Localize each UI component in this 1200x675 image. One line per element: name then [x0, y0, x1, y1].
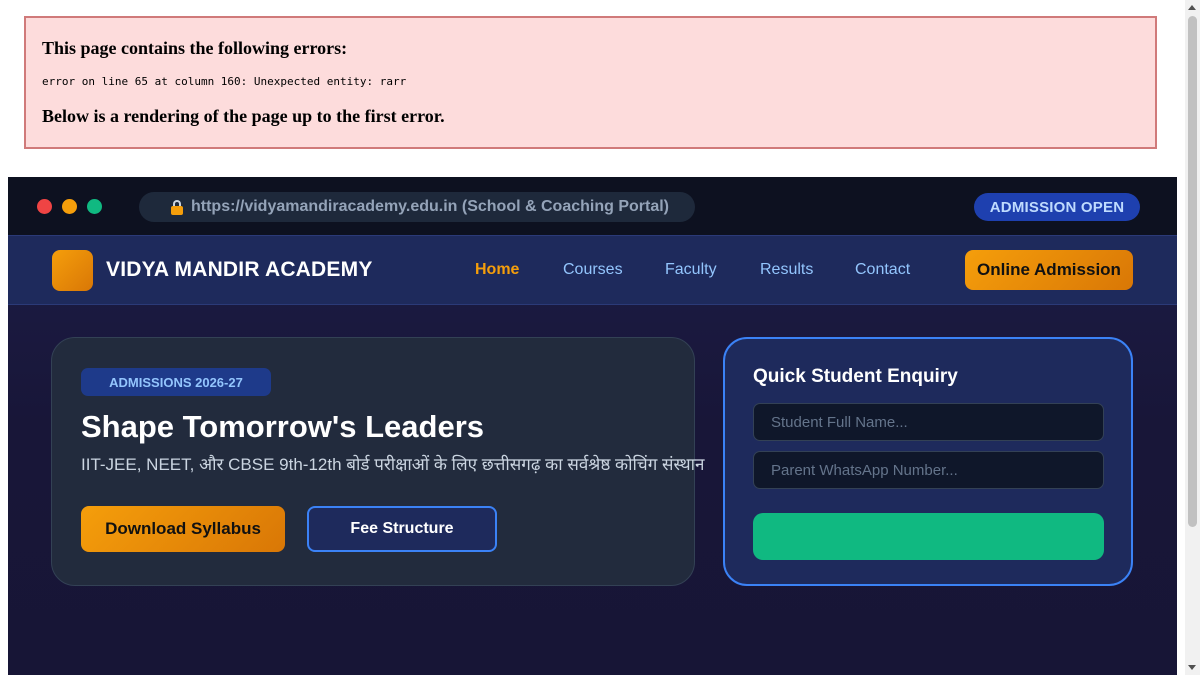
scroll-thumb[interactable] [1188, 16, 1197, 527]
nav-link-faculty[interactable]: Faculty [665, 261, 717, 279]
scroll-up-arrow-icon[interactable] [1188, 5, 1196, 10]
window-close-dot-icon [37, 199, 52, 214]
rendered-page: https://vidyamandiracademy.edu.in (Schoo… [8, 177, 1177, 675]
site-navbar: VIDYA MANDIR ACADEMY Home Courses Facult… [8, 235, 1177, 305]
error-detail: error on line 65 at column 160: Unexpect… [42, 75, 407, 88]
scroll-down-arrow-icon[interactable] [1188, 665, 1196, 670]
nav-link-courses[interactable]: Courses [563, 261, 623, 279]
admissions-badge: ADMISSIONS 2026-27 [81, 368, 271, 396]
enquiry-submit-button[interactable] [753, 513, 1104, 560]
download-syllabus-button[interactable]: Download Syllabus [81, 506, 285, 552]
lock-icon [171, 200, 183, 215]
url-bar: https://vidyamandiracademy.edu.in (Schoo… [139, 192, 695, 222]
online-admission-button[interactable]: Online Admission [965, 250, 1133, 290]
url-text: https://vidyamandiracademy.edu.in (Schoo… [191, 198, 669, 215]
hero-subtitle: IIT-JEE, NEET, और CBSE 9th-12th बोर्ड पर… [81, 455, 705, 474]
nav-link-results[interactable]: Results [760, 261, 813, 279]
brand-name[interactable]: VIDYA MANDIR ACADEMY [106, 258, 373, 282]
window-minimize-dot-icon [62, 199, 77, 214]
nav-link-contact[interactable]: Contact [855, 261, 910, 279]
xml-parse-error-box: This page contains the following errors:… [24, 16, 1157, 149]
fee-structure-button[interactable]: Fee Structure [307, 506, 497, 552]
parent-whatsapp-input[interactable] [753, 451, 1104, 489]
window-maximize-dot-icon [87, 199, 102, 214]
error-heading: This page contains the following errors: [42, 38, 348, 58]
nav-link-home[interactable]: Home [475, 261, 519, 279]
student-name-input[interactable] [753, 403, 1104, 441]
error-footer: Below is a rendering of the page up to t… [42, 106, 445, 126]
browser-mock-bar: https://vidyamandiracademy.edu.in (Schoo… [8, 177, 1177, 235]
admission-open-badge: ADMISSION OPEN [974, 193, 1140, 221]
enquiry-title: Quick Student Enquiry [753, 366, 958, 387]
academy-logo[interactable] [52, 250, 93, 291]
page-scrollbar[interactable] [1185, 0, 1200, 675]
hero-title: Shape Tomorrow's Leaders [81, 409, 485, 444]
